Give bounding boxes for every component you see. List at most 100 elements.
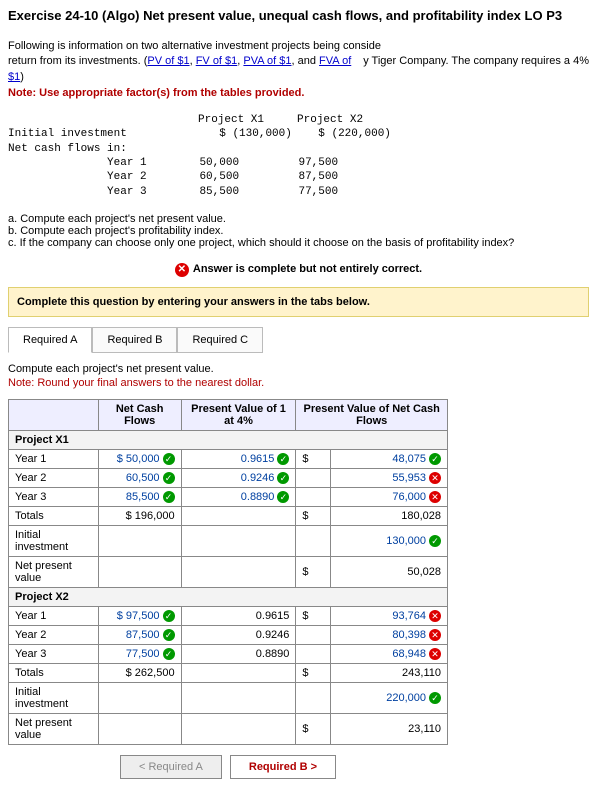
intro-and: , and [292,55,320,67]
x1-totals-v: 180,028 [330,506,447,525]
x-icon: ✕ [429,472,441,484]
table-row: Net present value $ 23,110 [9,713,448,744]
x1-totals-cf: $ 196,000 [98,506,181,525]
x2-init-input[interactable]: 220,000 [386,692,426,704]
x1y3-pv-input[interactable]: 0.8890 [241,491,275,503]
x1y1-cf-input[interactable]: $ 50,000 [117,453,160,465]
x1y3-v-input[interactable]: 76,000 [392,491,426,503]
x2y1-pv: 0.9615 [256,610,290,622]
x2y2-pv: 0.9246 [256,629,290,641]
x2y3-cf-input[interactable]: 77,500 [126,648,160,660]
col-blank [9,399,99,430]
dollar-sign: $ [296,713,330,744]
row-ncf: Net cash flows in: [8,143,127,155]
pva-of-1-link[interactable]: PVA of $1 [243,55,291,67]
col-pvf: Present Value of 1 at 4% [181,399,296,430]
y1-x1: 50,000 [199,157,239,169]
iv-x1: $ (130,000) [219,128,292,140]
x-icon: ✕ [429,610,441,622]
x1-init-input[interactable]: 130,000 [386,535,426,547]
question-b: b. Compute each project's profitability … [8,225,589,237]
check-icon: ✓ [163,648,175,660]
x2-totals-cf: $ 262,500 [98,663,181,682]
x1y2-label: Year 2 [9,468,99,487]
dollar-sign: $ [296,556,330,587]
x2y1-v-input[interactable]: 93,764 [392,610,426,622]
x2-totals-label: Totals [9,663,99,682]
question-a: a. Compute each project's net present va… [8,213,589,225]
check-icon: ✓ [429,535,441,547]
x2y2-v-input[interactable]: 80,398 [392,629,426,641]
grading-text: Answer is complete but not entirely corr… [193,263,422,275]
section-x1: Project X1 [9,430,448,449]
tab-required-c[interactable]: Required C [177,327,263,353]
check-icon: ✓ [277,453,289,465]
y1-x2: 97,500 [298,157,338,169]
x2-npv-v: 23,110 [330,713,447,744]
note-use-factors: Note: Use appropriate factor(s) from the… [8,87,589,99]
row-initial: Initial investment [8,128,127,140]
col-pvncf: Present Value of Net Cash Flows [296,399,448,430]
npv-table: Net Cash Flows Present Value of 1 at 4% … [8,399,448,745]
tab-required-b[interactable]: Required B [92,327,177,353]
fv-of-1-link[interactable]: FV of $1 [196,55,238,67]
x2-npv-label: Net present value [9,713,99,744]
x2y2-label: Year 2 [9,625,99,644]
tab-required-a[interactable]: Required A [8,327,92,353]
table-row: Totals $ 262,500 $ 243,110 [9,663,448,682]
intro-line2a: return from its investments. ( [8,55,147,67]
next-required-b-button[interactable]: Required B > [230,755,336,779]
cashflow-summary: Project X1 Project X2 Initial investment… [8,113,589,199]
x1y2-pv-input[interactable]: 0.9246 [241,472,275,484]
y2-x1: 60,500 [199,171,239,183]
check-icon: ✓ [163,629,175,641]
x-icon: ✕ [429,629,441,641]
x2-init-label: Initial investment [9,682,99,713]
x-icon: ✕ [429,648,441,660]
x2y1-label: Year 1 [9,606,99,625]
x1y3-cf-input[interactable]: 85,500 [126,491,160,503]
nav-buttons: < Required A Required B > [8,755,448,779]
x2y2-cf-input[interactable]: 87,500 [126,629,160,641]
table-row: Totals $ 196,000 $ 180,028 [9,506,448,525]
x1y1-pv-input[interactable]: 0.9615 [241,453,275,465]
x1-npv-v: 50,028 [330,556,447,587]
question-list: a. Compute each project's net present va… [8,213,589,249]
x2y1-cf-input[interactable]: $ 97,500 [117,610,160,622]
dollar-sign: $ [296,506,330,525]
x1y2-v-input[interactable]: 55,953 [392,472,426,484]
x1-npv-label: Net present value [9,556,99,587]
check-icon: ✓ [277,491,289,503]
table-row: Year 3 85,500✓ 0.8890✓ 76,000✕ [9,487,448,506]
grading-banner: ✕Answer is complete but not entirely cor… [8,263,589,277]
prev-required-a-button[interactable]: < Required A [120,755,222,779]
table-row: Initial investment 130,000✓ [9,525,448,556]
pv-of-1-link[interactable]: PV of $1 [147,55,189,67]
table-row: Initial investment 220,000✓ [9,682,448,713]
table-row: Year 2 60,500✓ 0.9246✓ 55,953✕ [9,468,448,487]
x2y3-pv: 0.8890 [256,648,290,660]
x1-totals-label: Totals [9,506,99,525]
check-icon: ✓ [163,610,175,622]
check-icon: ✓ [429,692,441,704]
y3-label: Year 3 [107,186,147,198]
x2-totals-v: 243,110 [330,663,447,682]
intro-right: y Tiger Company. The company requires a … [363,54,589,69]
complete-instruction: Complete this question by entering your … [8,287,589,317]
check-icon: ✓ [163,453,175,465]
tab-prompt: Compute each project's net present value… [8,363,589,375]
dollar-sign: $ [296,606,330,625]
x1y1-v-input[interactable]: 48,075 [392,453,426,465]
table-row: Year 3 77,500✓ 0.8890 68,948✕ [9,644,448,663]
x2y3-label: Year 3 [9,644,99,663]
intro-left: Following is information on two alternat… [8,40,381,52]
check-icon: ✓ [163,491,175,503]
dollar-sign: $ [296,663,330,682]
y3-x2: 77,500 [298,186,338,198]
question-c: c. If the company can choose only one pr… [8,237,589,249]
tab-note: Note: Round your final answers to the ne… [8,377,589,389]
x1y2-cf-input[interactable]: 60,500 [126,472,160,484]
intro-close: ) [20,71,24,83]
x2y3-v-input[interactable]: 68,948 [392,648,426,660]
y3-x1: 85,500 [199,186,239,198]
